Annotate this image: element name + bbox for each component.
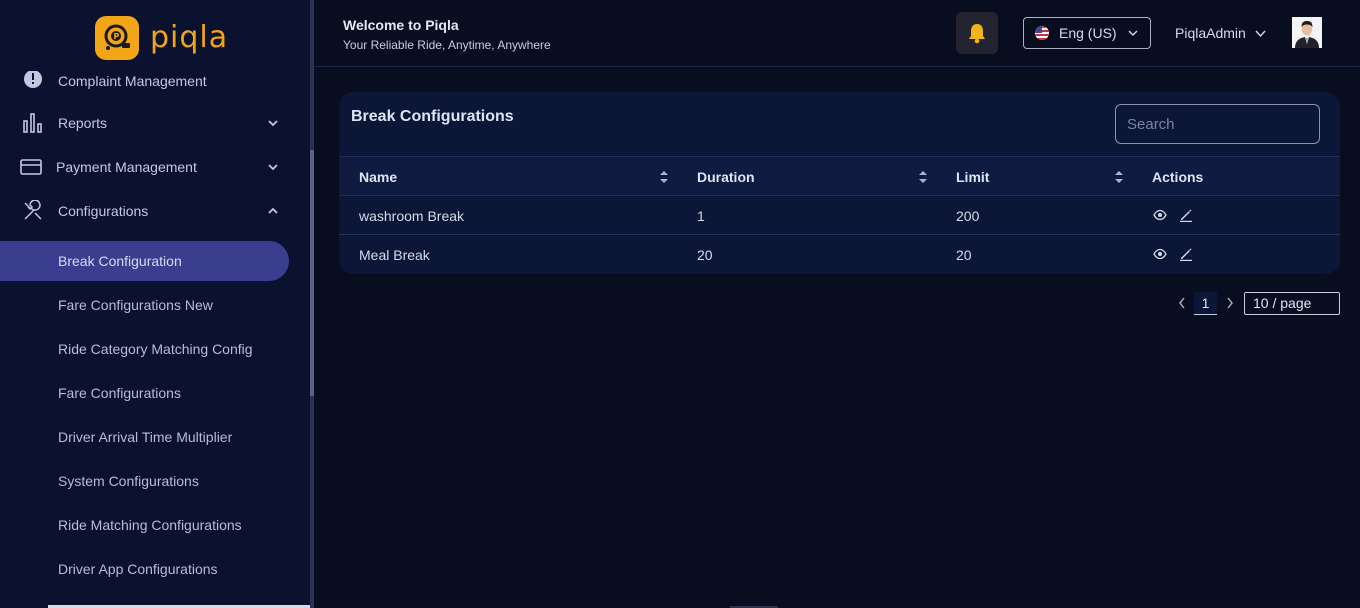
sidebar-item-complaint-management[interactable]: Complaint Management [0,61,300,101]
sort-icon[interactable] [1114,170,1124,184]
language-label: Eng (US) [1059,25,1117,41]
pagination-next-icon[interactable] [1225,296,1235,310]
sidebar-subitem-system-configurations[interactable]: System Configurations [0,461,289,501]
sidebar-subitem-label: System Configurations [58,473,199,489]
language-select[interactable]: Eng (US) [1023,17,1151,49]
welcome-title: Welcome to Piqla [343,17,459,33]
sort-icon[interactable] [659,170,669,184]
view-eye-icon[interactable] [1153,208,1167,222]
column-header-duration[interactable]: Duration [697,169,755,185]
sidebar-subitem-ride-category-matching-config[interactable]: Ride Category Matching Config [0,329,289,369]
table-header: Name Duration Limit Actions [339,156,1340,196]
pagination-page-button[interactable]: 1 [1194,292,1217,315]
column-header-limit[interactable]: Limit [956,169,989,185]
cell-name: washroom Break [359,208,465,224]
sidebar-subitem-label: Break Configuration [58,253,182,269]
sidebar-subitem-label: Driver App Configurations [58,561,218,577]
sidebar-item-label: Reports [58,115,108,131]
chevron-down-icon [268,120,278,127]
sidebar-item-payment-management[interactable]: Payment Management [0,147,300,187]
sidebar-subitem-label: Ride Category Matching Config [58,341,253,357]
page-size-select[interactable]: 10 / page [1244,292,1340,315]
sidebar-subitem-fare-configurations[interactable]: Fare Configurations [0,373,289,413]
bell-icon [969,24,985,44]
sidebar-subitem-ride-matching-configurations[interactable]: Ride Matching Configurations [0,505,289,545]
us-flag-icon [1035,26,1049,40]
top-header: Welcome to Piqla Your Reliable Ride, Any… [314,0,1360,67]
sidebar-item-configurations[interactable]: Configurations [0,191,300,231]
sidebar-subitem-label: Ride Matching Configurations [58,517,242,533]
break-configurations-card: Break Configurations Name Duration Limit… [339,92,1340,274]
search-input[interactable] [1115,104,1320,144]
card-title: Break Configurations [351,108,514,125]
chevron-down-icon[interactable] [1254,27,1267,40]
cell-duration: 1 [697,208,705,224]
table-row: Meal Break 20 20 [339,235,1340,274]
sidebar-subitem-break-configuration[interactable]: Break Configuration [0,241,289,281]
sidebar-item-reports[interactable]: Reports [0,103,300,143]
sidebar-item-label: Configurations [58,203,149,219]
sidebar-subitem-driver-arrival-time-multiplier[interactable]: Driver Arrival Time Multiplier [0,417,289,457]
credit-card-icon [18,154,44,180]
bar-chart-icon [20,110,46,136]
cell-duration: 20 [697,247,713,263]
cell-name: Meal Break [359,247,430,263]
chevron-down-icon [268,164,278,171]
cell-limit: 20 [956,247,972,263]
cell-limit: 200 [956,208,980,224]
user-menu-name[interactable]: PiqlaAdmin [1175,25,1246,41]
sidebar-subitem-label: Driver Arrival Time Multiplier [58,429,233,445]
view-eye-icon[interactable] [1153,247,1167,261]
sidebar-item-label: Payment Management [56,159,197,175]
edit-pencil-icon[interactable] [1179,247,1193,261]
sidebar-subitem-label: Fare Configurations [58,385,181,401]
sidebar-item-label: Complaint Management [58,73,207,89]
chevron-down-icon [1128,30,1138,36]
sidebar-scrollbar-thumb[interactable] [310,150,314,396]
column-header-name[interactable]: Name [359,169,397,185]
break-configurations-table: Name Duration Limit Actions washroom Bre… [339,156,1340,274]
sort-icon[interactable] [918,170,928,184]
brand-logo[interactable]: P piqla [95,16,228,60]
welcome-subtitle: Your Reliable Ride, Anytime, Anywhere [343,38,551,52]
logo-badge-icon: P [95,16,139,60]
alert-icon [20,68,46,94]
sidebar-subitem-driver-app-configurations[interactable]: Driver App Configurations [0,549,289,589]
notifications-button[interactable] [956,12,998,54]
sidebar-subitem-label: Fare Configurations New [58,297,213,313]
table-row: washroom Break 1 200 [339,196,1340,235]
avatar[interactable] [1292,17,1322,48]
brand-name: piqla [150,20,229,55]
chevron-up-icon [268,207,278,214]
tools-icon [20,198,46,224]
edit-pencil-icon[interactable] [1179,208,1193,222]
sidebar-subitem-fare-configurations-new[interactable]: Fare Configurations New [0,285,289,325]
svg-text:P: P [114,32,120,41]
pagination-prev-icon[interactable] [1177,296,1187,310]
column-header-actions: Actions [1152,169,1204,185]
sidebar: P piqla Complaint Management Reports Pay… [0,0,310,608]
